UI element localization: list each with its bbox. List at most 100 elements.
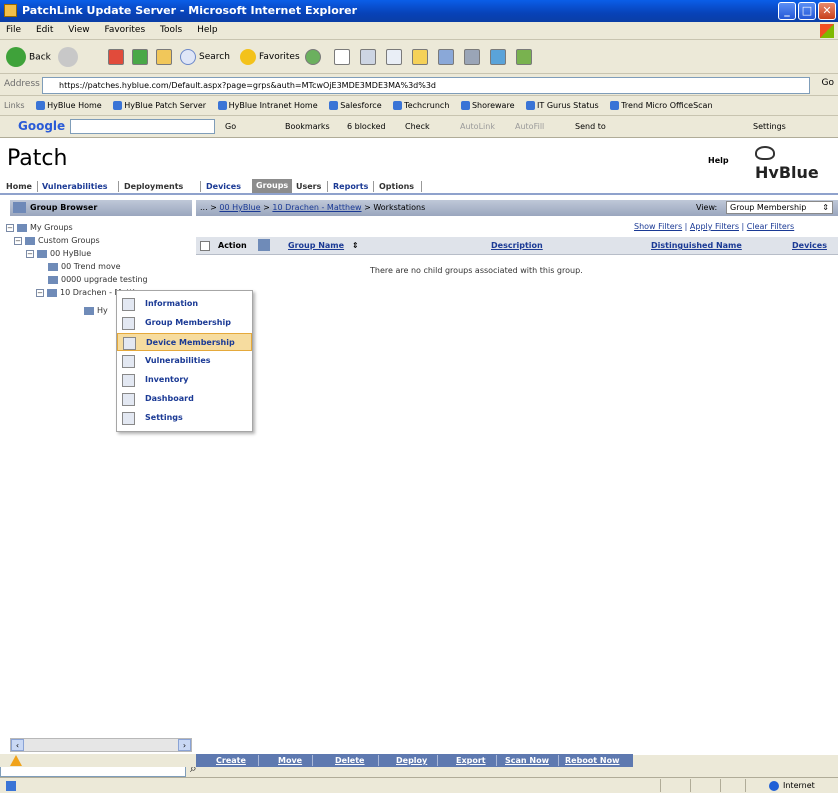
edit-icon[interactable]: [386, 49, 402, 65]
tree-my-groups[interactable]: − My Groups: [6, 223, 73, 232]
home-icon[interactable]: [156, 49, 172, 65]
people-icon[interactable]: [490, 49, 506, 65]
empty-message: There are no child groups associated wit…: [370, 266, 583, 275]
col-description[interactable]: Description: [491, 237, 543, 255]
col-distinguished-name[interactable]: Distinguished Name: [651, 237, 742, 255]
select-all-checkbox[interactable]: [200, 241, 210, 251]
research-icon[interactable]: [464, 49, 480, 65]
mail-icon[interactable]: [334, 49, 350, 65]
scroll-left-icon[interactable]: ‹: [11, 739, 24, 751]
bookmarks-button[interactable]: Bookmarks: [285, 122, 330, 131]
popup-blocked-button[interactable]: 6 blocked: [347, 122, 386, 131]
tree-00-trend-move[interactable]: 00 Trend move: [48, 262, 121, 271]
reboot-now-button[interactable]: Reboot Now: [565, 755, 620, 766]
sort-icon[interactable]: ⇕: [352, 237, 359, 255]
page-icon: [36, 101, 46, 110]
menu-view[interactable]: View: [62, 22, 95, 35]
messenger-icon[interactable]: [438, 49, 454, 65]
tree-0000-upgrade-testing[interactable]: 0000 upgrade testing: [48, 275, 192, 284]
nav-devices[interactable]: Devices: [206, 182, 241, 191]
window-title: PatchLink Update Server - Microsoft Inte…: [22, 4, 358, 17]
spell-check-button[interactable]: Check: [405, 122, 430, 131]
menu-device-membership[interactable]: Device Membership: [117, 333, 252, 351]
menu-dashboard[interactable]: Dashboard: [117, 390, 252, 408]
nav-deployments[interactable]: Deployments: [124, 182, 183, 191]
link-techcrunch[interactable]: Techcrunch: [393, 101, 449, 110]
nav-groups[interactable]: Groups: [252, 179, 293, 193]
menu-inventory[interactable]: Inventory: [117, 371, 252, 389]
tree-hyblue-item[interactable]: Hy: [84, 306, 108, 315]
col-group-name[interactable]: Group Name: [288, 237, 344, 255]
link-it-gurus[interactable]: IT Gurus Status: [526, 101, 599, 110]
stop-icon[interactable]: [108, 49, 124, 65]
collapse-toggle-icon[interactable]: −: [26, 249, 34, 258]
link-salesforce[interactable]: Salesforce: [329, 101, 382, 110]
search-button[interactable]: Search: [180, 47, 230, 67]
autofill-button[interactable]: AutoFill: [515, 122, 544, 131]
autolink-button[interactable]: AutoLink: [460, 122, 495, 131]
deploy-button[interactable]: Deploy: [396, 755, 427, 766]
scroll-right-icon[interactable]: ›: [178, 739, 191, 751]
menu-favorites[interactable]: Favorites: [98, 22, 151, 35]
view-label: View:: [696, 203, 718, 212]
clear-filters-link[interactable]: Clear Filters: [747, 222, 794, 231]
menu-vulnerabilities[interactable]: Vulnerabilities: [117, 352, 252, 370]
col-devices[interactable]: Devices: [792, 237, 827, 255]
go-button[interactable]: Go: [822, 78, 834, 88]
move-button[interactable]: Move: [278, 755, 302, 766]
group-icon: [48, 275, 58, 284]
apply-filters-link[interactable]: Apply Filters: [690, 222, 739, 231]
tree-custom-groups[interactable]: − Custom Groups: [14, 236, 100, 245]
link-hyblue-patch-server[interactable]: HyBlue Patch Server: [113, 101, 206, 110]
scan-now-button[interactable]: Scan Now: [505, 755, 549, 766]
maximize-button[interactable]: □: [798, 2, 816, 20]
favorites-button[interactable]: Favorites: [240, 47, 300, 67]
create-button[interactable]: Create: [216, 755, 246, 766]
tools-icon[interactable]: [516, 49, 532, 65]
page-icon: [526, 101, 536, 110]
link-shoreware[interactable]: Shoreware: [460, 101, 515, 110]
menu-settings[interactable]: Settings: [117, 409, 252, 427]
close-button[interactable]: ✕: [818, 2, 836, 20]
print-icon[interactable]: [360, 49, 376, 65]
back-button[interactable]: Back: [6, 47, 51, 67]
menu-file[interactable]: File: [0, 22, 27, 35]
folder-icon[interactable]: [412, 49, 428, 65]
view-select[interactable]: Group Membership ⇕: [726, 201, 833, 214]
history-icon[interactable]: [305, 49, 321, 65]
forward-button[interactable]: [58, 47, 81, 67]
address-input[interactable]: https://patches.hyblue.com/Default.aspx?…: [42, 77, 810, 94]
menu-edit[interactable]: Edit: [30, 22, 59, 35]
collapse-toggle-icon[interactable]: −: [6, 223, 14, 232]
show-filters-link[interactable]: Show Filters: [634, 222, 682, 231]
breadcrumb-current: > Workstations: [364, 203, 426, 212]
nav-home[interactable]: Home: [6, 182, 32, 191]
nav-vulnerabilities[interactable]: Vulnerabilities: [42, 182, 108, 191]
nav-users[interactable]: Users: [296, 182, 321, 191]
collapse-toggle-icon[interactable]: −: [36, 288, 44, 297]
settings-button[interactable]: Settings: [753, 122, 786, 131]
collapse-toggle-icon[interactable]: −: [14, 236, 22, 245]
google-search-input[interactable]: [70, 119, 215, 134]
breadcrumb-00-hyblue[interactable]: 00 HyBlue: [219, 203, 260, 212]
nav-options[interactable]: Options: [379, 182, 414, 191]
link-hyblue-intranet[interactable]: HyBlue Intranet Home: [217, 101, 318, 110]
google-toolbar: Google Go Bookmarks 6 blocked Check Auto…: [0, 116, 838, 138]
link-trend-micro[interactable]: Trend Micro OfficeScan: [610, 101, 713, 110]
google-go-button[interactable]: Go: [225, 122, 236, 131]
nav-reports[interactable]: Reports: [333, 182, 368, 191]
tree-00-hyblue[interactable]: −00 HyBlue: [26, 249, 91, 258]
menu-tools[interactable]: Tools: [154, 22, 188, 35]
menu-information[interactable]: Information: [117, 295, 252, 313]
tree-horizontal-scrollbar[interactable]: ‹ ›: [10, 738, 192, 752]
delete-button[interactable]: Delete: [335, 755, 364, 766]
export-button[interactable]: Export: [456, 755, 486, 766]
send-to-button[interactable]: Send to: [575, 122, 606, 131]
help-link[interactable]: Help: [708, 156, 729, 165]
menu-group-membership[interactable]: Group Membership: [117, 314, 252, 332]
breadcrumb-10-drachen[interactable]: 10 Drachen - Matthew: [272, 203, 361, 212]
menu-help[interactable]: Help: [191, 22, 224, 35]
refresh-icon[interactable]: [132, 49, 148, 65]
link-hyblue-home[interactable]: HyBlue Home: [36, 101, 102, 110]
minimize-button[interactable]: _: [778, 2, 796, 20]
